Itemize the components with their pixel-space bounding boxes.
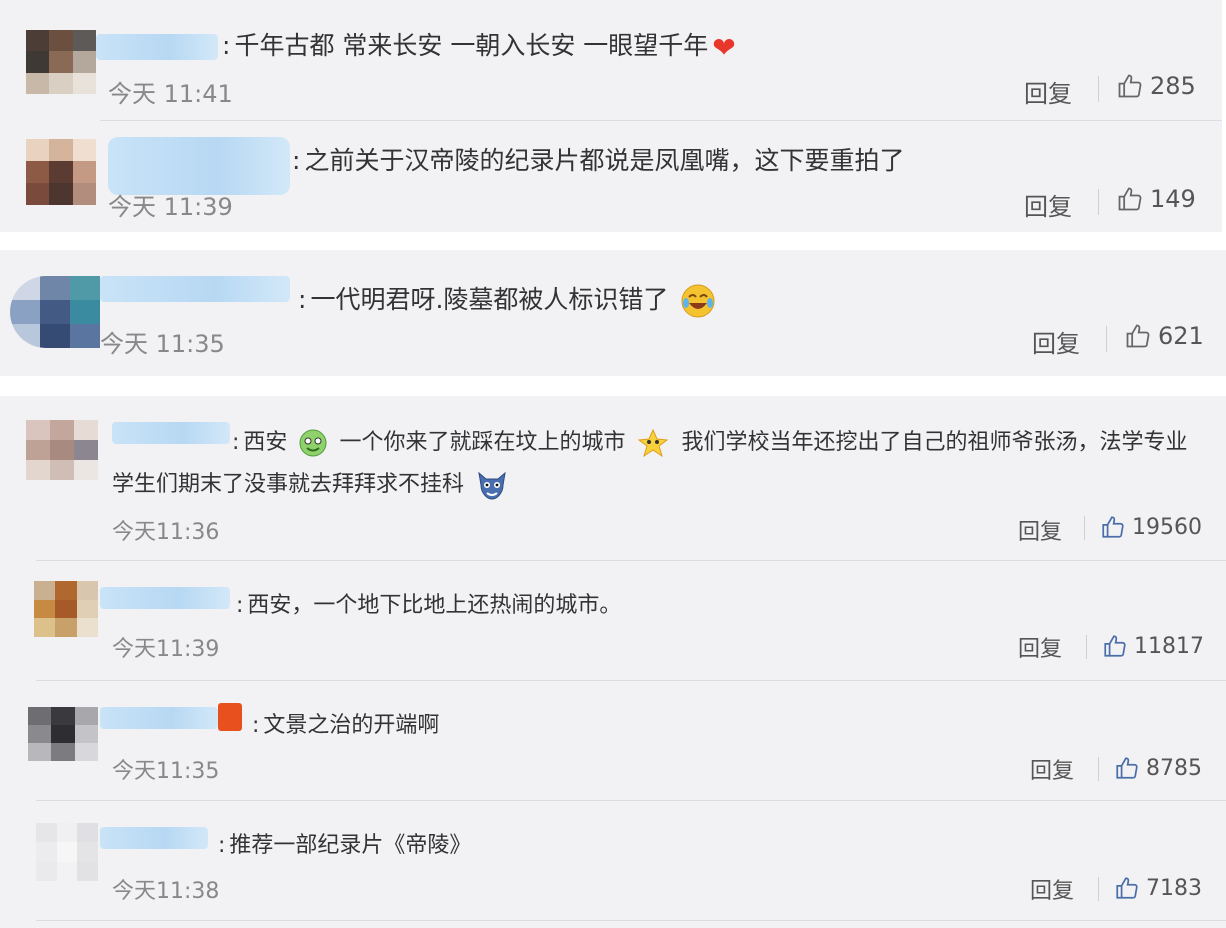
comment-item: : 西安 一个你来了就踩在坟上的城市 我们学校当年还挖出了自己的祖师爷张汤，法学专… [0,396,1226,560]
reply-button[interactable]: 回复 [1024,187,1072,222]
avatar[interactable] [34,581,98,637]
like-count: 11817 [1134,633,1204,659]
heart-icon: ❤ [712,30,736,64]
timestamp: 今天11:36 [112,520,220,545]
avatar[interactable] [36,823,98,881]
action-divider [1084,516,1085,540]
comment-text: : 之前关于汉帝陵的纪录片都说是凤凰嘴，这下要重拍了 [292,146,905,175]
reply-button[interactable]: 回复 [1018,514,1062,546]
thumbs-up-icon [1104,635,1126,657]
comment-panel-2: : 一代明君呀.陵墓都被人标识错了 今天 11:35 回复 621 [0,250,1226,376]
comment-text: : 推荐一部纪录片《帝陵》 [218,833,472,858]
like-count: 7183 [1146,875,1202,901]
comment-item: : 之前关于汉帝陵的纪录片都说是凤凰嘴，这下要重拍了 今天 11:39 回复 14… [0,121,1222,231]
comment-text: : 一代明君呀.陵墓都被人标识错了 [298,280,720,319]
like-count: 621 [1158,322,1204,350]
username-blurred[interactable] [96,34,218,60]
thumbs-up-icon [1126,324,1150,348]
like-button[interactable]: 8785 [1114,755,1202,781]
action-divider [1098,757,1099,781]
like-count: 149 [1150,185,1196,213]
comment-item: : 西安，一个地下比地上还热闹的城市。 今天11:39 回复 11817 [0,561,1226,679]
username-blurred[interactable] [100,827,208,849]
comment-divider [36,920,1226,921]
username-blurred[interactable] [100,276,290,302]
username-badge [218,703,242,731]
reply-button[interactable]: 回复 [1024,74,1072,109]
comment-item: : 千年古都 常来长安 一朝入长安 一眼望千年 ❤ 今天 11:41 回复 285 [0,0,1222,120]
username-blurred[interactable] [100,707,218,729]
reply-button[interactable]: 回复 [1030,873,1074,905]
comment-text-line-2: 学生们期末了没事就去拜拜求不挂科 [112,466,513,501]
cat-face-icon [478,471,506,500]
thumbs-up-icon [1116,877,1138,899]
comment-text: : 文景之治的开端啊 [252,713,440,738]
green-face-icon [299,429,327,457]
comment-item: : 推荐一部纪录片《帝陵》 今天11:38 回复 7183 [0,801,1226,919]
crying-laughing-face-icon [681,284,715,318]
like-button[interactable]: 7183 [1114,875,1202,901]
like-count: 19560 [1132,514,1202,540]
action-divider [1098,877,1099,901]
avatar[interactable] [26,139,96,205]
action-divider [1098,76,1099,102]
action-divider [1086,635,1087,659]
avatar[interactable] [10,276,100,348]
like-button[interactable]: 285 [1116,72,1196,100]
comment-item: : 一代明君呀.陵墓都被人标识错了 今天 11:35 回复 621 [0,250,1226,376]
avatar[interactable] [28,707,98,761]
like-button[interactable]: 11817 [1102,633,1204,659]
timestamp: 今天 11:39 [108,193,233,221]
avatar[interactable] [26,30,96,94]
thumbs-up-icon [1118,187,1142,211]
like-button[interactable]: 149 [1116,185,1196,213]
comment-text: : 西安 一个你来了就踩在坟上的城市 我们学校当年还挖出了自己的祖师爷张汤，法学专… [232,424,1187,458]
thumbs-up-icon [1116,757,1138,779]
comment-panel-3: : 西安 一个你来了就踩在坟上的城市 我们学校当年还挖出了自己的祖师爷张汤，法学专… [0,396,1226,928]
action-divider [1106,326,1107,352]
comment-text: : 千年古都 常来长安 一朝入长安 一眼望千年 ❤ [222,30,736,64]
timestamp: 今天 11:41 [108,80,233,108]
avatar[interactable] [26,420,98,480]
like-count: 285 [1150,72,1196,100]
like-button[interactable]: 19560 [1100,514,1202,540]
comment-text: : 西安，一个地下比地上还热闹的城市。 [236,593,622,618]
like-count: 8785 [1146,755,1202,781]
thumbs-up-icon [1102,516,1124,538]
like-button[interactable]: 621 [1124,322,1204,350]
username-blurred[interactable] [112,422,230,444]
sparkle-star-icon [638,428,669,458]
timestamp: 今天11:38 [112,879,220,904]
username-blurred[interactable] [100,587,230,609]
timestamp: 今天11:39 [112,637,220,662]
thumbs-up-icon [1118,74,1142,98]
comment-panel-1: : 千年古都 常来长安 一朝入长安 一眼望千年 ❤ 今天 11:41 回复 285 … [0,0,1222,232]
reply-button[interactable]: 回复 [1030,753,1074,785]
reply-button[interactable]: 回复 [1018,631,1062,663]
comment-item: : 文景之治的开端啊 今天11:35 回复 8785 [0,681,1226,799]
timestamp: 今天11:35 [112,759,220,784]
timestamp: 今天 11:35 [100,330,225,358]
reply-button[interactable]: 回复 [1032,324,1080,359]
action-divider [1098,189,1099,215]
